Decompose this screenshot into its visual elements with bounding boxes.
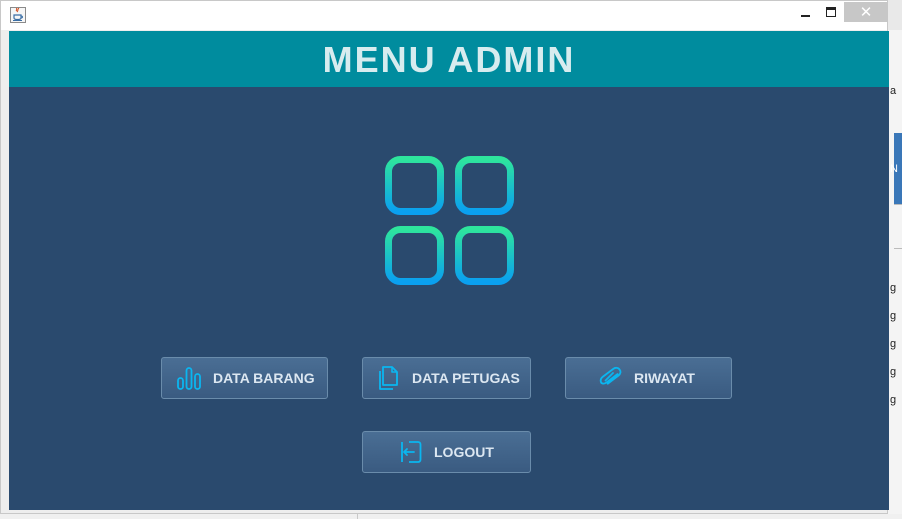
java-app-icon [10,7,26,23]
riwayat-button[interactable]: RIWAYAT [565,357,732,399]
data-barang-button[interactable]: DATA BARANG [161,357,328,399]
logout-icon [396,438,424,466]
close-button[interactable]: ✕ [844,2,888,22]
background-text-fragment: g [890,366,897,378]
background-text-fragment: g [890,310,897,322]
background-divider [894,248,902,249]
background-text-fragment: g [890,338,897,350]
documents-icon [374,364,402,392]
maximize-icon [826,7,836,17]
main-panel: MENU ADMIN DATA BARANG DATA PETUGAS RIWA… [9,31,889,510]
riwayat-label: RIWAYAT [634,370,695,386]
paperclip-icon [596,364,624,392]
background-divider [894,204,902,205]
grid-apps-icon [384,155,516,287]
data-petugas-button[interactable]: DATA PETUGAS [362,357,531,399]
background-window-edge: a N g g g g g [888,30,902,519]
header-bar: MENU ADMIN [9,31,889,87]
admin-menu-window: ✕ MENU ADMIN DATA BARANG DATA PETUGAS RI… [0,0,889,514]
logout-button[interactable]: LOGOUT [362,431,531,473]
minimize-icon [800,15,810,17]
taskbar-edge [0,514,902,519]
page-title: MENU ADMIN [322,39,576,80]
data-barang-label: DATA BARANG [213,370,315,386]
background-text-fragment: a [890,85,897,97]
title-bar[interactable]: ✕ [1,1,888,30]
bar-chart-icon [175,364,203,392]
background-text-fragment: g [890,282,897,294]
logout-label: LOGOUT [434,444,494,460]
close-icon: ✕ [859,2,873,21]
background-text-fragment: g [890,394,897,406]
divider [357,514,358,519]
data-petugas-label: DATA PETUGAS [412,370,520,386]
background-text-fragment: N [890,163,898,175]
